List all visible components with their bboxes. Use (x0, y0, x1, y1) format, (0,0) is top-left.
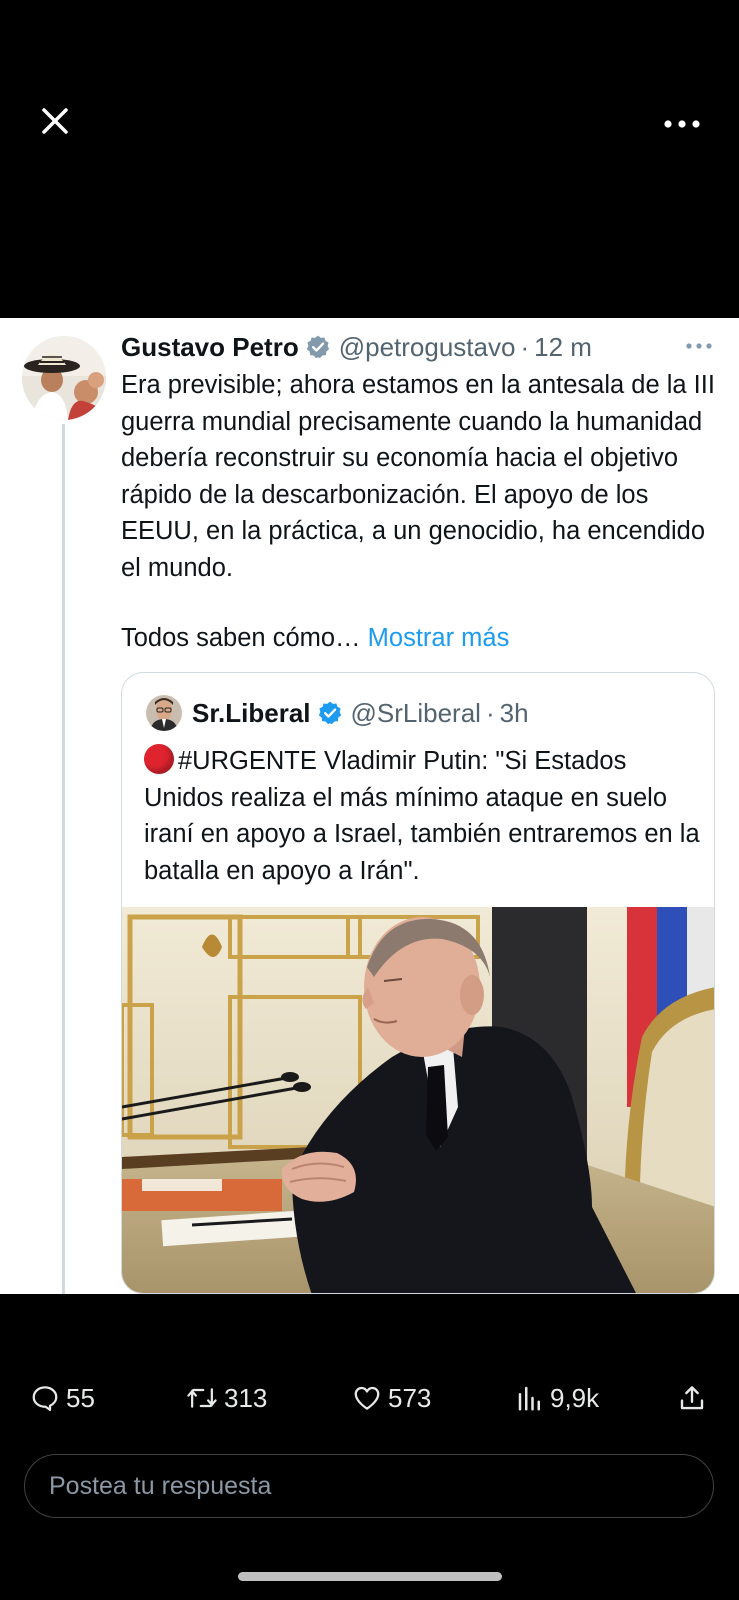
reply-count: 55 (66, 1382, 95, 1413)
quoted-timestamp[interactable]: 3h (500, 698, 529, 729)
action-bar: 55 313 573 9,9k (0, 1368, 739, 1428)
author-handle[interactable]: @petrogustavo (339, 332, 516, 363)
quoted-tweet-header: Sr.Liberal @SrLiberal · 3h (146, 695, 529, 731)
tweet-body: Era previsible; ahora estamos en la ante… (121, 367, 721, 586)
verified-badge-icon (318, 701, 341, 725)
reply-icon (32, 1386, 58, 1411)
quoted-author-avatar (146, 695, 182, 731)
retweet-icon (187, 1388, 217, 1408)
retweet-count: 313 (224, 1382, 268, 1413)
reply-button[interactable]: 55 (30, 1368, 95, 1428)
views-bar-chart-icon (518, 1386, 540, 1411)
author-name[interactable]: Gustavo Petro (121, 332, 299, 363)
more-horizontal-icon (686, 343, 712, 349)
separator-dot: · (485, 697, 495, 728)
quoted-author-handle[interactable]: @SrLiberal (351, 698, 481, 729)
share-button[interactable] (677, 1368, 713, 1428)
separator-dot: · (520, 331, 530, 362)
quoted-tweet-image[interactable] (122, 907, 714, 1293)
tweet-paragraph: Era previsible; ahora estamos en la ante… (121, 371, 715, 582)
like-count: 573 (388, 1382, 432, 1413)
verified-badge-icon (306, 335, 329, 359)
like-button[interactable]: 573 (352, 1368, 431, 1428)
quoted-tweet-body: #URGENTE Vladimir Putin: "Si Estados Uni… (144, 743, 704, 889)
quoted-text: #URGENTE Vladimir Putin: "Si Estados Uni… (144, 747, 700, 885)
quoted-author-name[interactable]: Sr.Liberal (192, 698, 311, 729)
view-count: 9,9k (550, 1382, 600, 1413)
heart-icon (354, 1386, 380, 1410)
red-circle-emoji-icon (144, 744, 174, 774)
more-horizontal-icon (664, 120, 700, 128)
share-icon (680, 1386, 704, 1410)
tweet-timestamp[interactable]: 12 m (534, 332, 592, 363)
tweet-paragraph-truncated: Todos saben cómo… (121, 624, 361, 652)
retweet-button[interactable]: 313 (186, 1368, 267, 1428)
tweet-truncated-line: Todos saben cómo… Mostrar más (121, 620, 509, 656)
close-icon (42, 108, 68, 134)
views-button[interactable]: 9,9k (516, 1368, 599, 1428)
reply-placeholder: Postea tu respuesta (49, 1471, 272, 1500)
reply-input[interactable]: Postea tu respuesta (24, 1454, 714, 1518)
tweet-header: Gustavo Petro @petrogustavo · 12 m (121, 330, 592, 364)
tweet-more-button[interactable] (684, 335, 714, 357)
author-avatar[interactable] (22, 336, 106, 420)
thread-line (62, 424, 65, 1294)
close-button[interactable] (38, 104, 72, 138)
more-options-button[interactable] (662, 110, 702, 138)
quoted-tweet[interactable]: Sr.Liberal @SrLiberal · 3h #URGENTE Vlad… (121, 672, 715, 1294)
home-indicator[interactable] (238, 1572, 502, 1581)
show-more-link[interactable]: Mostrar más (368, 624, 510, 652)
